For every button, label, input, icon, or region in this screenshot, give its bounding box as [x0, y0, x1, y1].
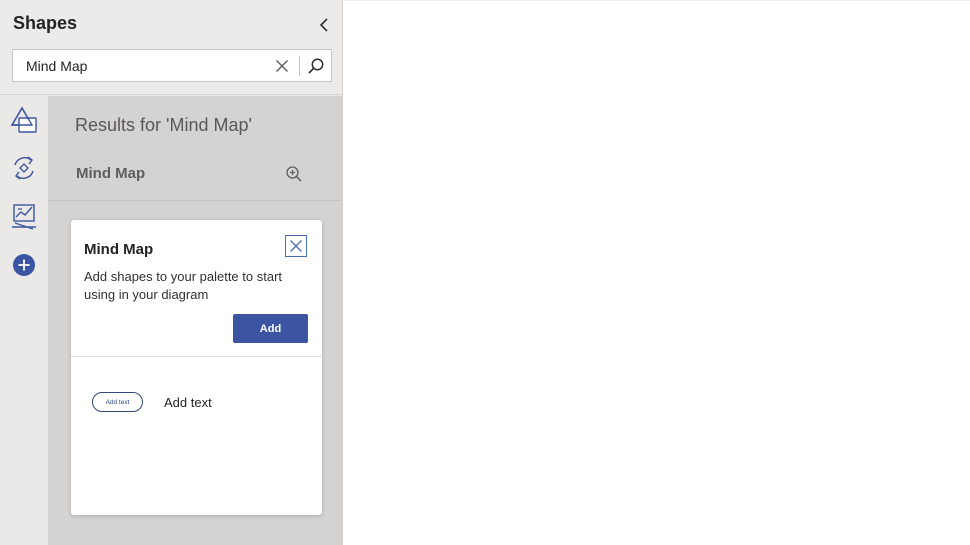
- shapes-pane: Shapes Mind Map Results for 'Mind Map' M…: [0, 0, 343, 545]
- result-item-label: Mind Map: [76, 165, 146, 182]
- search-box: [12, 49, 332, 82]
- close-icon: [290, 240, 302, 252]
- stencil-rail: [0, 96, 49, 545]
- clear-search-button[interactable]: [272, 56, 292, 76]
- search-button[interactable]: [305, 55, 327, 77]
- pane-title: Shapes: [13, 13, 78, 33]
- rail-chart-stencil-button[interactable]: [8, 200, 40, 232]
- shape-thumbnail: Add text: [92, 392, 143, 412]
- chart-stencil-icon: [12, 204, 36, 230]
- results-title: Results for 'Mind Map': [75, 115, 252, 135]
- drawing-canvas[interactable]: [343, 1, 970, 545]
- rail-add-stencil-button[interactable]: [8, 249, 40, 281]
- collapse-pane-button[interactable]: [314, 14, 334, 36]
- search-icon: [308, 58, 324, 74]
- result-item-mind-map[interactable]: Mind Map: [49, 151, 342, 201]
- stencil-preview-card: Mind Map Add shapes to your palette to s…: [71, 220, 322, 515]
- card-title: Mind Map: [84, 241, 154, 258]
- pane-header: Shapes: [0, 0, 342, 95]
- card-description: Add shapes to your palette to start usin…: [84, 269, 283, 302]
- shape-label: Add text: [164, 395, 212, 410]
- preview-stencil-button[interactable]: [283, 163, 305, 185]
- close-icon: [276, 60, 288, 72]
- add-circle-icon: [13, 254, 35, 276]
- rail-cycle-button[interactable]: [8, 152, 40, 184]
- basic-shapes-icon: [10, 106, 37, 133]
- close-card-button[interactable]: [285, 235, 307, 257]
- search-divider: [299, 56, 300, 76]
- rail-basic-shapes-button[interactable]: [8, 104, 40, 136]
- cycle-icon: [14, 156, 34, 180]
- card-divider: [71, 356, 322, 357]
- chevron-left-icon: [319, 18, 328, 32]
- shape-item-add-text[interactable]: Add text Add text: [91, 390, 291, 420]
- search-input[interactable]: [26, 56, 266, 76]
- zoom-in-icon: [286, 166, 302, 182]
- app-window: Shapes Mind Map Results for 'Mind Map' M…: [0, 0, 970, 545]
- add-stencil-button[interactable]: Add: [233, 314, 308, 343]
